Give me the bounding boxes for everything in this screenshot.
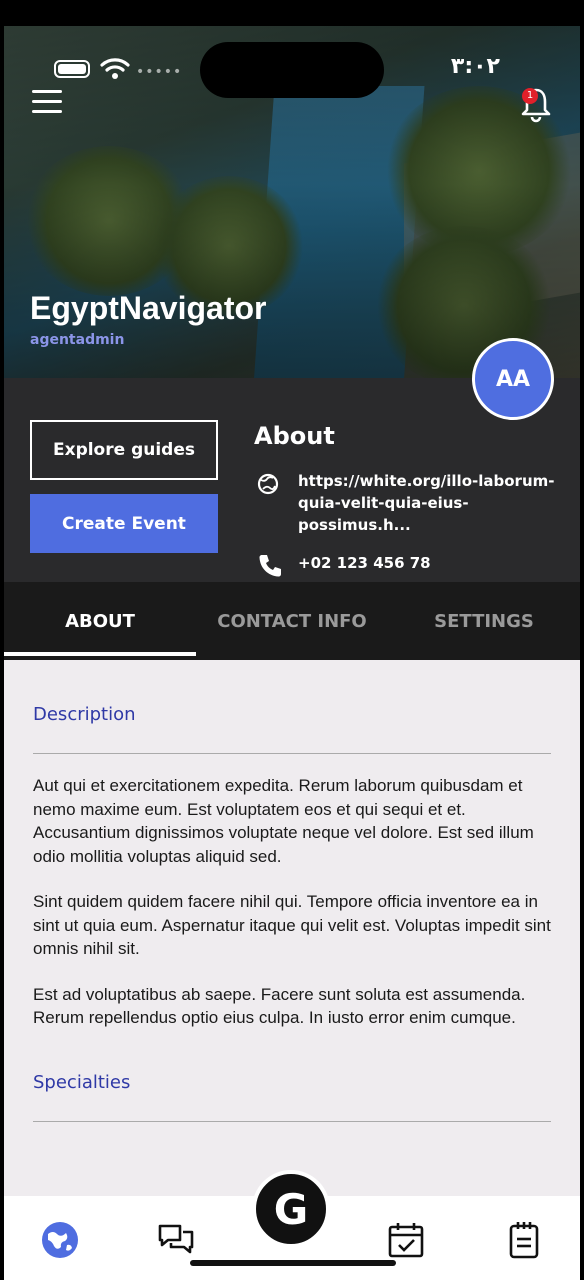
camera-notch [200, 42, 384, 98]
divider [33, 753, 551, 754]
tab-contact-info[interactable]: CONTACT INFO [196, 582, 388, 660]
home-indicator [190, 1260, 396, 1266]
signal-dots: ••••• [136, 64, 183, 80]
hero-banner: ••••• ٣:٠٢ 1 EgyptNavigator agentadmin [4, 26, 580, 378]
globe-icon [257, 473, 279, 495]
about-content: Description Aut qui et exercitationem ex… [4, 660, 580, 1200]
description-paragraph: Aut qui et exercitationem expedita. Reru… [33, 776, 534, 866]
site-title: EgyptNavigator [30, 290, 267, 326]
avatar[interactable]: AA [472, 338, 554, 420]
globe-icon [42, 1222, 78, 1258]
bottom-nav: G [4, 1170, 580, 1280]
specialties-heading: Specialties [33, 1071, 131, 1093]
notifications-button[interactable]: 1 [518, 84, 554, 124]
nav-notes[interactable] [504, 1220, 544, 1260]
nav-events[interactable] [386, 1220, 426, 1260]
nav-explore[interactable] [40, 1220, 80, 1260]
chat-icon [158, 1224, 194, 1254]
divider [33, 1120, 551, 1122]
description-paragraph: Est ad voluptatibus ab saepe. Facere sun… [33, 984, 526, 1028]
calendar-check-icon [388, 1223, 424, 1258]
nav-messages[interactable] [156, 1220, 196, 1260]
center-g-button[interactable]: G [252, 1170, 330, 1248]
status-bar: ••••• ٣:٠٢ [4, 26, 580, 98]
description-heading: Description [33, 704, 136, 725]
notification-badge: 1 [522, 88, 538, 104]
phone-icon [259, 555, 281, 577]
create-event-button[interactable]: Create Event [30, 494, 218, 553]
about-heading: About [254, 422, 335, 450]
wifi-icon [100, 58, 130, 79]
phone-row[interactable]: +02 123 456 78 [256, 552, 431, 580]
battery-icon [54, 60, 90, 78]
phone-number[interactable]: +02 123 456 78 [298, 552, 431, 580]
notes-icon [509, 1222, 539, 1259]
app-screen: ••••• ٣:٠٢ 1 EgyptNavigator agentadmin A… [4, 26, 580, 1280]
explore-guides-button[interactable]: Explore guides [30, 420, 218, 480]
status-time: ٣:٠٢ [450, 54, 500, 79]
profile-tabs: ABOUT CONTACT INFO SETTINGS [4, 582, 580, 660]
website-link[interactable]: https://white.org/illo-laborum-quia-veli… [298, 470, 568, 536]
username-label: agentadmin [30, 332, 125, 348]
menu-icon[interactable] [32, 90, 62, 116]
website-row[interactable]: https://white.org/illo-laborum-quia-veli… [256, 470, 568, 536]
tab-about[interactable]: ABOUT [4, 582, 196, 660]
description-paragraph: Sint quidem quidem facere nihil qui. Tem… [33, 892, 551, 958]
tab-settings[interactable]: SETTINGS [388, 582, 580, 660]
